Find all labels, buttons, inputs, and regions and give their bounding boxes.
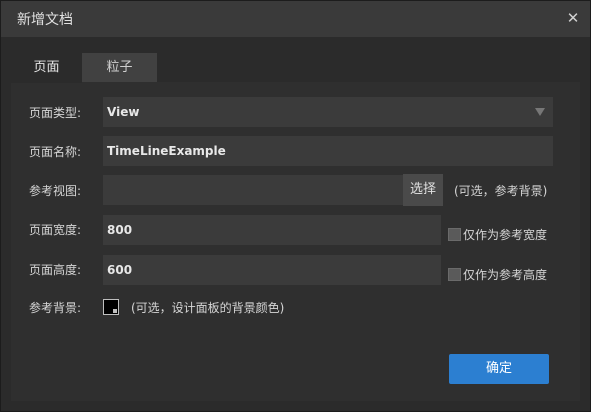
page-type-value: View: [107, 105, 140, 119]
checkbox-box[interactable]: [448, 268, 461, 281]
title-bar: 新增文档 ✕: [1, 1, 590, 37]
ref-width-checkbox[interactable]: 仅作为参考宽度: [448, 226, 547, 243]
ref-bg-label: 参考背景:: [29, 301, 82, 315]
ref-height-checkbox[interactable]: 仅作为参考高度: [448, 266, 547, 283]
ref-view-label: 参考视图:: [29, 184, 82, 198]
page-width-value: 800: [107, 223, 133, 237]
select-ref-view-button[interactable]: 选择: [403, 174, 443, 206]
new-document-dialog: 新增文档 ✕ 页面 粒子 页面类型: View 页面名称: TimeLineEx…: [0, 0, 591, 412]
dropdown-corner-icon: [113, 309, 117, 313]
page-type-select[interactable]: View: [103, 97, 553, 127]
chevron-down-icon: [535, 108, 545, 116]
close-icon[interactable]: ✕: [563, 8, 583, 28]
tab-page[interactable]: 页面: [11, 53, 82, 83]
ref-bg-hint: (可选，设计面板的背景颜色): [131, 301, 285, 315]
ok-button[interactable]: 确定: [449, 354, 549, 384]
ref-view-hint: (可选，参考背景): [454, 184, 548, 198]
ref-height-checkbox-label: 仅作为参考高度: [463, 268, 548, 282]
ref-view-input[interactable]: [103, 175, 403, 205]
ref-width-checkbox-label: 仅作为参考宽度: [463, 228, 548, 242]
ref-bg-color-picker[interactable]: [103, 299, 119, 315]
dialog-title: 新增文档: [17, 12, 73, 28]
tab-particle[interactable]: 粒子: [82, 53, 157, 82]
page-height-input[interactable]: 600: [103, 255, 441, 285]
page-width-input[interactable]: 800: [103, 215, 441, 245]
checkbox-box[interactable]: [448, 228, 461, 241]
page-name-value: TimeLineExample: [107, 144, 226, 158]
page-name-label: 页面名称:: [29, 145, 82, 159]
page-name-input[interactable]: TimeLineExample: [103, 136, 553, 166]
page-height-label: 页面高度:: [29, 263, 82, 277]
page-height-value: 600: [107, 263, 133, 277]
page-width-label: 页面宽度:: [29, 223, 82, 237]
page-type-label: 页面类型:: [29, 106, 82, 120]
